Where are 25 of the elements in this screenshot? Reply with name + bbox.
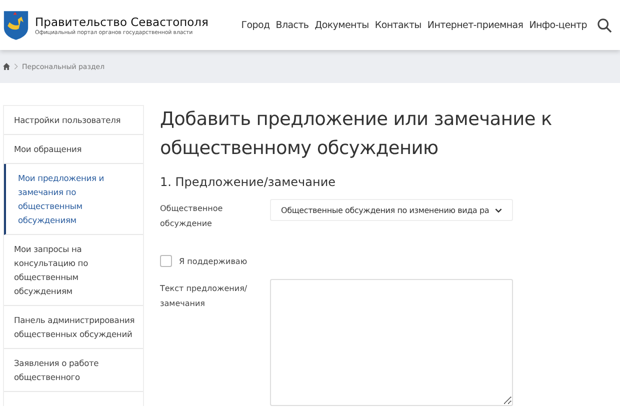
- sidebar-item[interactable]: Заявления о работе общественного: [4, 349, 143, 392]
- nav-link[interactable]: Инфо-центр: [529, 20, 587, 30]
- coat-of-arms-icon[interactable]: [3, 9, 29, 41]
- page-title: Добавить предложение или замечание к общественному обсуждению: [160, 108, 553, 161]
- sidebar-item[interactable]: Панель администрирования общественных обсуждений: [4, 306, 143, 349]
- chevron-icon: [14, 63, 18, 70]
- nav-link[interactable]: Интернет-приемная: [427, 20, 524, 30]
- field-label: Текст предложения/ замечания: [160, 283, 248, 310]
- nav-link[interactable]: Контакты: [374, 20, 422, 30]
- sidebar-item[interactable]: Мои предложения и замечания по общественным обсуждениям: [4, 164, 143, 235]
- checkbox-label[interactable]: Я поддерживаю: [179, 256, 248, 266]
- checkbox[interactable]: [160, 255, 172, 267]
- nav-link[interactable]: Город: [241, 20, 270, 30]
- nav-link[interactable]: Документы: [314, 20, 369, 30]
- nav-link[interactable]: Власть: [276, 20, 309, 30]
- discussion-select[interactable]: Общественные обсуждения по изменению вида ра: [270, 199, 513, 221]
- home-icon[interactable]: [3, 63, 10, 70]
- caret-icon: [495, 208, 502, 212]
- sidebar-item[interactable]: Настройки пользователя: [4, 106, 143, 135]
- section-heading: 1. Предложение/замечание: [160, 175, 336, 189]
- field-label: Общественное обсуждение: [160, 203, 224, 230]
- site-title[interactable]: Правительство Севастополя: [35, 14, 208, 30]
- sidebar-item[interactable]: Мои запросы на консультацию по общественным обсуждениям: [4, 235, 143, 306]
- sidebar-item[interactable]: Мои обращения: [4, 135, 143, 164]
- search-icon[interactable]: [597, 18, 612, 32]
